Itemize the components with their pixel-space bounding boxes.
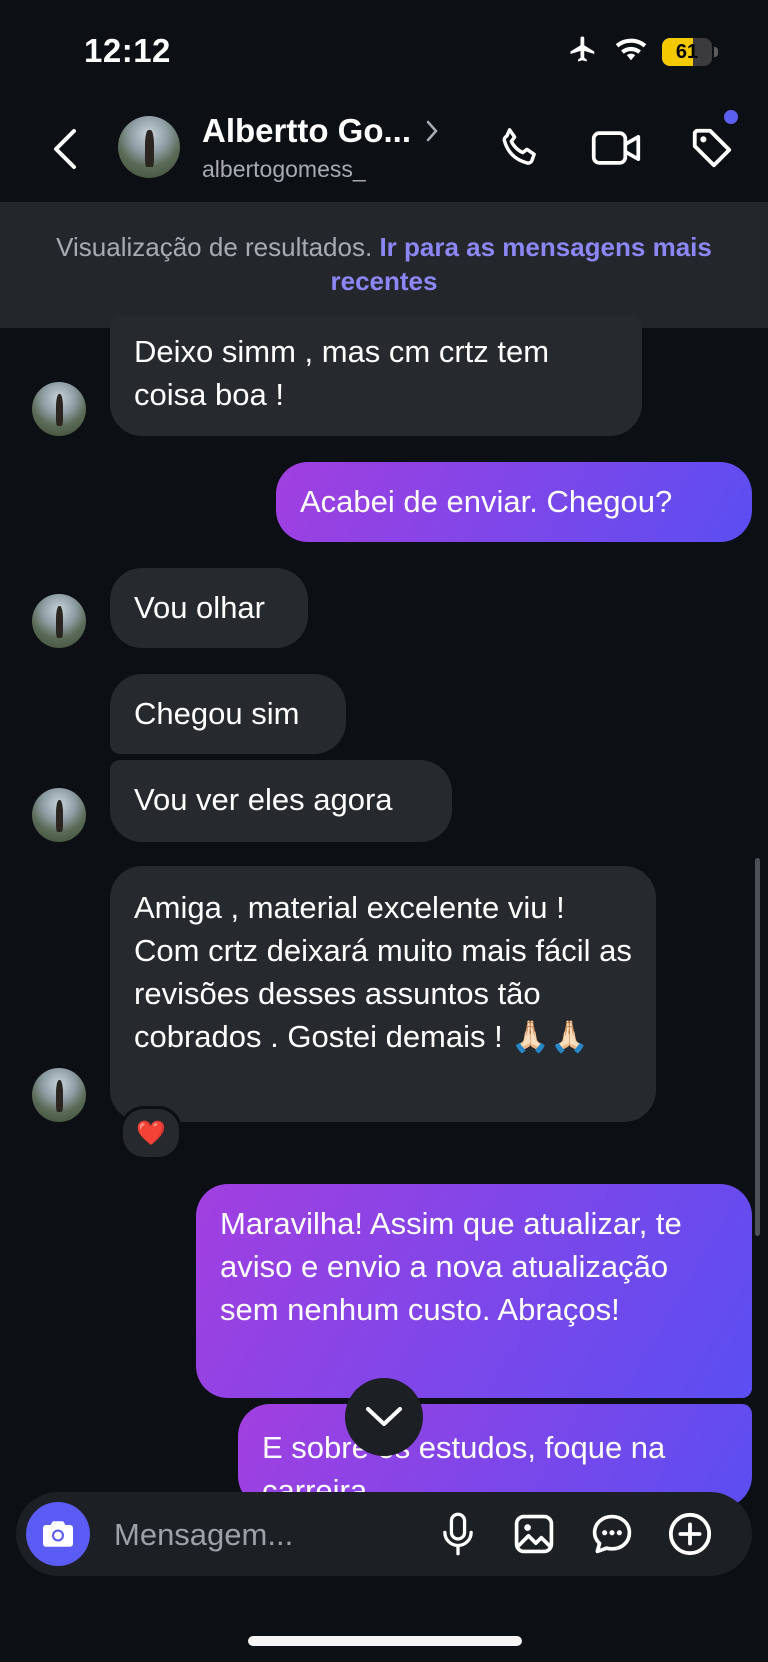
scrollbar[interactable]: [755, 858, 760, 1236]
message-bubble-incoming[interactable]: Vou ver eles agora: [110, 760, 452, 842]
message-bubble-outgoing[interactable]: Acabei de enviar. Chegou?: [276, 462, 752, 542]
phone-icon: [502, 128, 536, 165]
back-button[interactable]: [40, 124, 90, 174]
more-options-button[interactable]: [664, 1508, 716, 1560]
contact-avatar[interactable]: [32, 382, 86, 436]
contact-handle: albertogomess_: [202, 156, 366, 182]
chevron-down-icon: [366, 1407, 402, 1426]
contact-name-button[interactable]: Albertto Go...: [202, 112, 439, 150]
video-call-button[interactable]: [590, 122, 642, 174]
contact-name: Albertto Go...: [202, 112, 411, 149]
tag-button[interactable]: [686, 110, 738, 174]
battery-level: 61: [675, 40, 699, 63]
results-banner: Visualização de resultados. Ir para as m…: [0, 202, 768, 328]
image-icon: [514, 1514, 554, 1554]
voice-message-button[interactable]: [432, 1508, 484, 1560]
back-icon: [54, 129, 76, 169]
battery-icon: 61: [662, 37, 718, 66]
message-bubble-outgoing[interactable]: Maravilha! Assim que atualizar, te aviso…: [196, 1184, 752, 1398]
wifi-icon: [614, 35, 648, 68]
message-bubble-incoming[interactable]: Deixo simm , mas cm crtz tem coisa boa !: [110, 316, 642, 436]
status-time: 12:12: [84, 32, 171, 69]
airplane-icon: [566, 34, 600, 69]
sticker-button[interactable]: [586, 1508, 638, 1560]
notification-dot: [724, 110, 738, 124]
banner-text: Visualização de resultados.: [56, 232, 373, 262]
chat-header: Albertto Go... albertogomess_: [0, 100, 768, 200]
home-indicator[interactable]: [248, 1636, 522, 1646]
contact-avatar[interactable]: [32, 788, 86, 842]
message-input[interactable]: [112, 1512, 416, 1558]
gallery-button[interactable]: [508, 1508, 560, 1560]
camera-icon: [43, 1521, 73, 1547]
heart-reaction[interactable]: ❤️: [120, 1106, 182, 1160]
contact-avatar[interactable]: [32, 1068, 86, 1122]
camera-button[interactable]: [26, 1502, 90, 1566]
voice-call-button[interactable]: [494, 122, 546, 174]
sticker-icon: [592, 1514, 632, 1554]
plus-icon: [668, 1512, 712, 1556]
message-bubble-incoming[interactable]: Amiga , material excelente viu ! Com crt…: [110, 866, 656, 1122]
scroll-to-bottom-button[interactable]: [345, 1378, 423, 1456]
message-bubble-incoming[interactable]: Chegou sim: [110, 674, 346, 754]
tag-icon: [692, 128, 732, 168]
video-icon: [591, 131, 641, 165]
message-composer: [16, 1492, 752, 1576]
message-bubble-incoming[interactable]: Vou olhar: [110, 568, 308, 648]
contact-avatar[interactable]: [118, 116, 180, 178]
microphone-icon: [443, 1512, 473, 1556]
contact-avatar[interactable]: [32, 594, 86, 648]
chevron-right-icon: [426, 120, 438, 142]
status-bar: 12:12 61: [0, 0, 768, 100]
go-to-recent-link[interactable]: Ir para as mensagens mais recentes: [331, 232, 712, 296]
status-icons: 61: [566, 34, 718, 69]
